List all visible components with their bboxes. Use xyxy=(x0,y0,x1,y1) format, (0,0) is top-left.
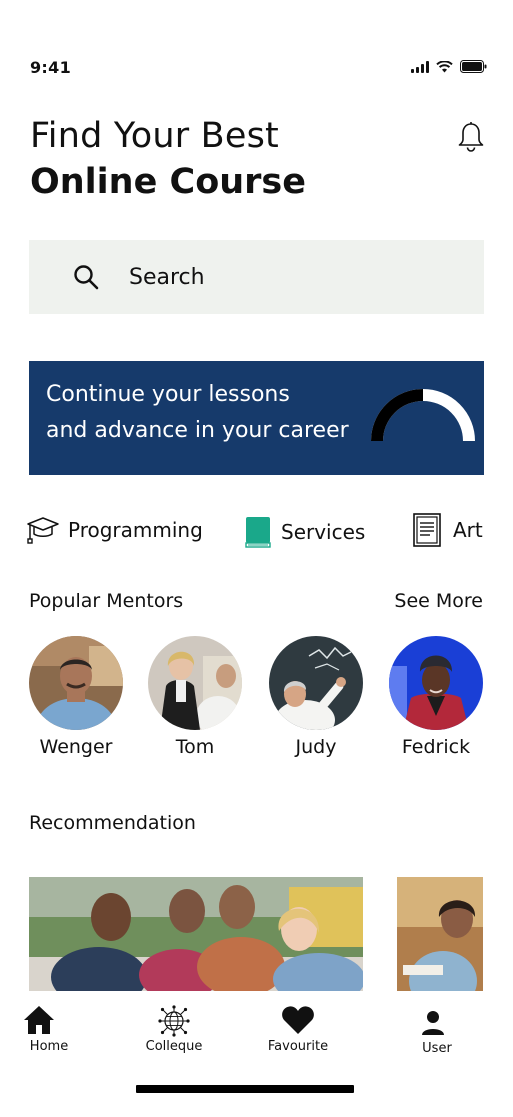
mentor-card-wenger[interactable]: Wenger xyxy=(21,636,131,758)
nav-colleque[interactable]: Colleque xyxy=(124,1005,224,1054)
nav-label: Favourite xyxy=(267,1039,329,1054)
home-indicator xyxy=(136,1085,354,1093)
mentor-name: Fedrick xyxy=(401,736,471,758)
status-icons xyxy=(411,60,487,73)
popular-mentors-title: Popular Mentors xyxy=(29,590,184,612)
page-title-line2: Online Course xyxy=(30,162,306,202)
mentor-card-tom[interactable]: Tom xyxy=(140,636,250,758)
course-image xyxy=(29,877,363,991)
bottom-nav: Home Colleque Favourite User xyxy=(0,995,513,1075)
avatar xyxy=(29,636,123,730)
nav-label: Colleque xyxy=(145,1039,203,1054)
mentor-card-fedrick[interactable]: Fedrick xyxy=(381,636,491,758)
nav-label: User xyxy=(422,1041,452,1056)
mentor-card-judy[interactable]: Judy xyxy=(261,636,371,758)
graduation-cap-icon xyxy=(27,517,59,544)
recommendation-title: Recommendation xyxy=(29,812,196,834)
mentor-name: Wenger xyxy=(39,736,113,758)
progress-gauge-fill xyxy=(371,389,424,442)
avatar xyxy=(148,636,242,730)
nav-favourite[interactable]: Favourite xyxy=(248,1005,348,1054)
category-label: Art xyxy=(453,518,483,542)
recommendation-card[interactable] xyxy=(397,877,483,991)
mentor-name: Tom xyxy=(175,736,215,758)
banner-line1: Continue your lessons xyxy=(46,382,290,407)
category-art[interactable]: Art xyxy=(413,513,483,547)
banner-line2: and advance in your career xyxy=(46,418,349,443)
progress-gauge xyxy=(371,389,475,442)
globe-network-icon xyxy=(158,1005,190,1037)
category-label: Services xyxy=(281,520,366,544)
recommendation-card[interactable] xyxy=(29,877,363,991)
heart-icon xyxy=(282,1006,314,1034)
category-label: Programming xyxy=(68,518,203,542)
category-programming[interactable]: Programming xyxy=(26,515,203,545)
app-screen: 9:41 Find Your Best Online Course Search… xyxy=(0,0,513,1117)
status-time: 9:41 xyxy=(30,58,71,77)
category-services[interactable]: Services xyxy=(245,516,365,548)
avatar xyxy=(269,636,363,730)
search-bar[interactable] xyxy=(29,240,484,314)
nav-label: Home xyxy=(29,1039,69,1054)
bell-icon[interactable] xyxy=(456,121,486,153)
page-title-line1: Find Your Best xyxy=(30,116,279,156)
search-input[interactable] xyxy=(129,258,459,296)
continue-lessons-banner[interactable]: Continue your lessons and advance in you… xyxy=(29,361,484,475)
document-icon xyxy=(413,513,441,547)
banner-text: Continue your lessons and advance in you… xyxy=(46,377,349,449)
home-icon xyxy=(24,1006,54,1034)
signal-icon xyxy=(411,60,429,73)
book-icon xyxy=(245,517,271,548)
avatar xyxy=(389,636,483,730)
battery-icon xyxy=(460,60,487,73)
user-icon xyxy=(422,1011,444,1035)
wifi-icon xyxy=(436,60,453,72)
course-image xyxy=(397,877,483,991)
mentor-name: Judy xyxy=(295,736,337,758)
search-icon xyxy=(74,265,99,290)
nav-home[interactable]: Home xyxy=(0,1005,100,1054)
nav-user[interactable]: User xyxy=(387,1005,487,1056)
see-more-link[interactable]: See More xyxy=(394,590,483,612)
